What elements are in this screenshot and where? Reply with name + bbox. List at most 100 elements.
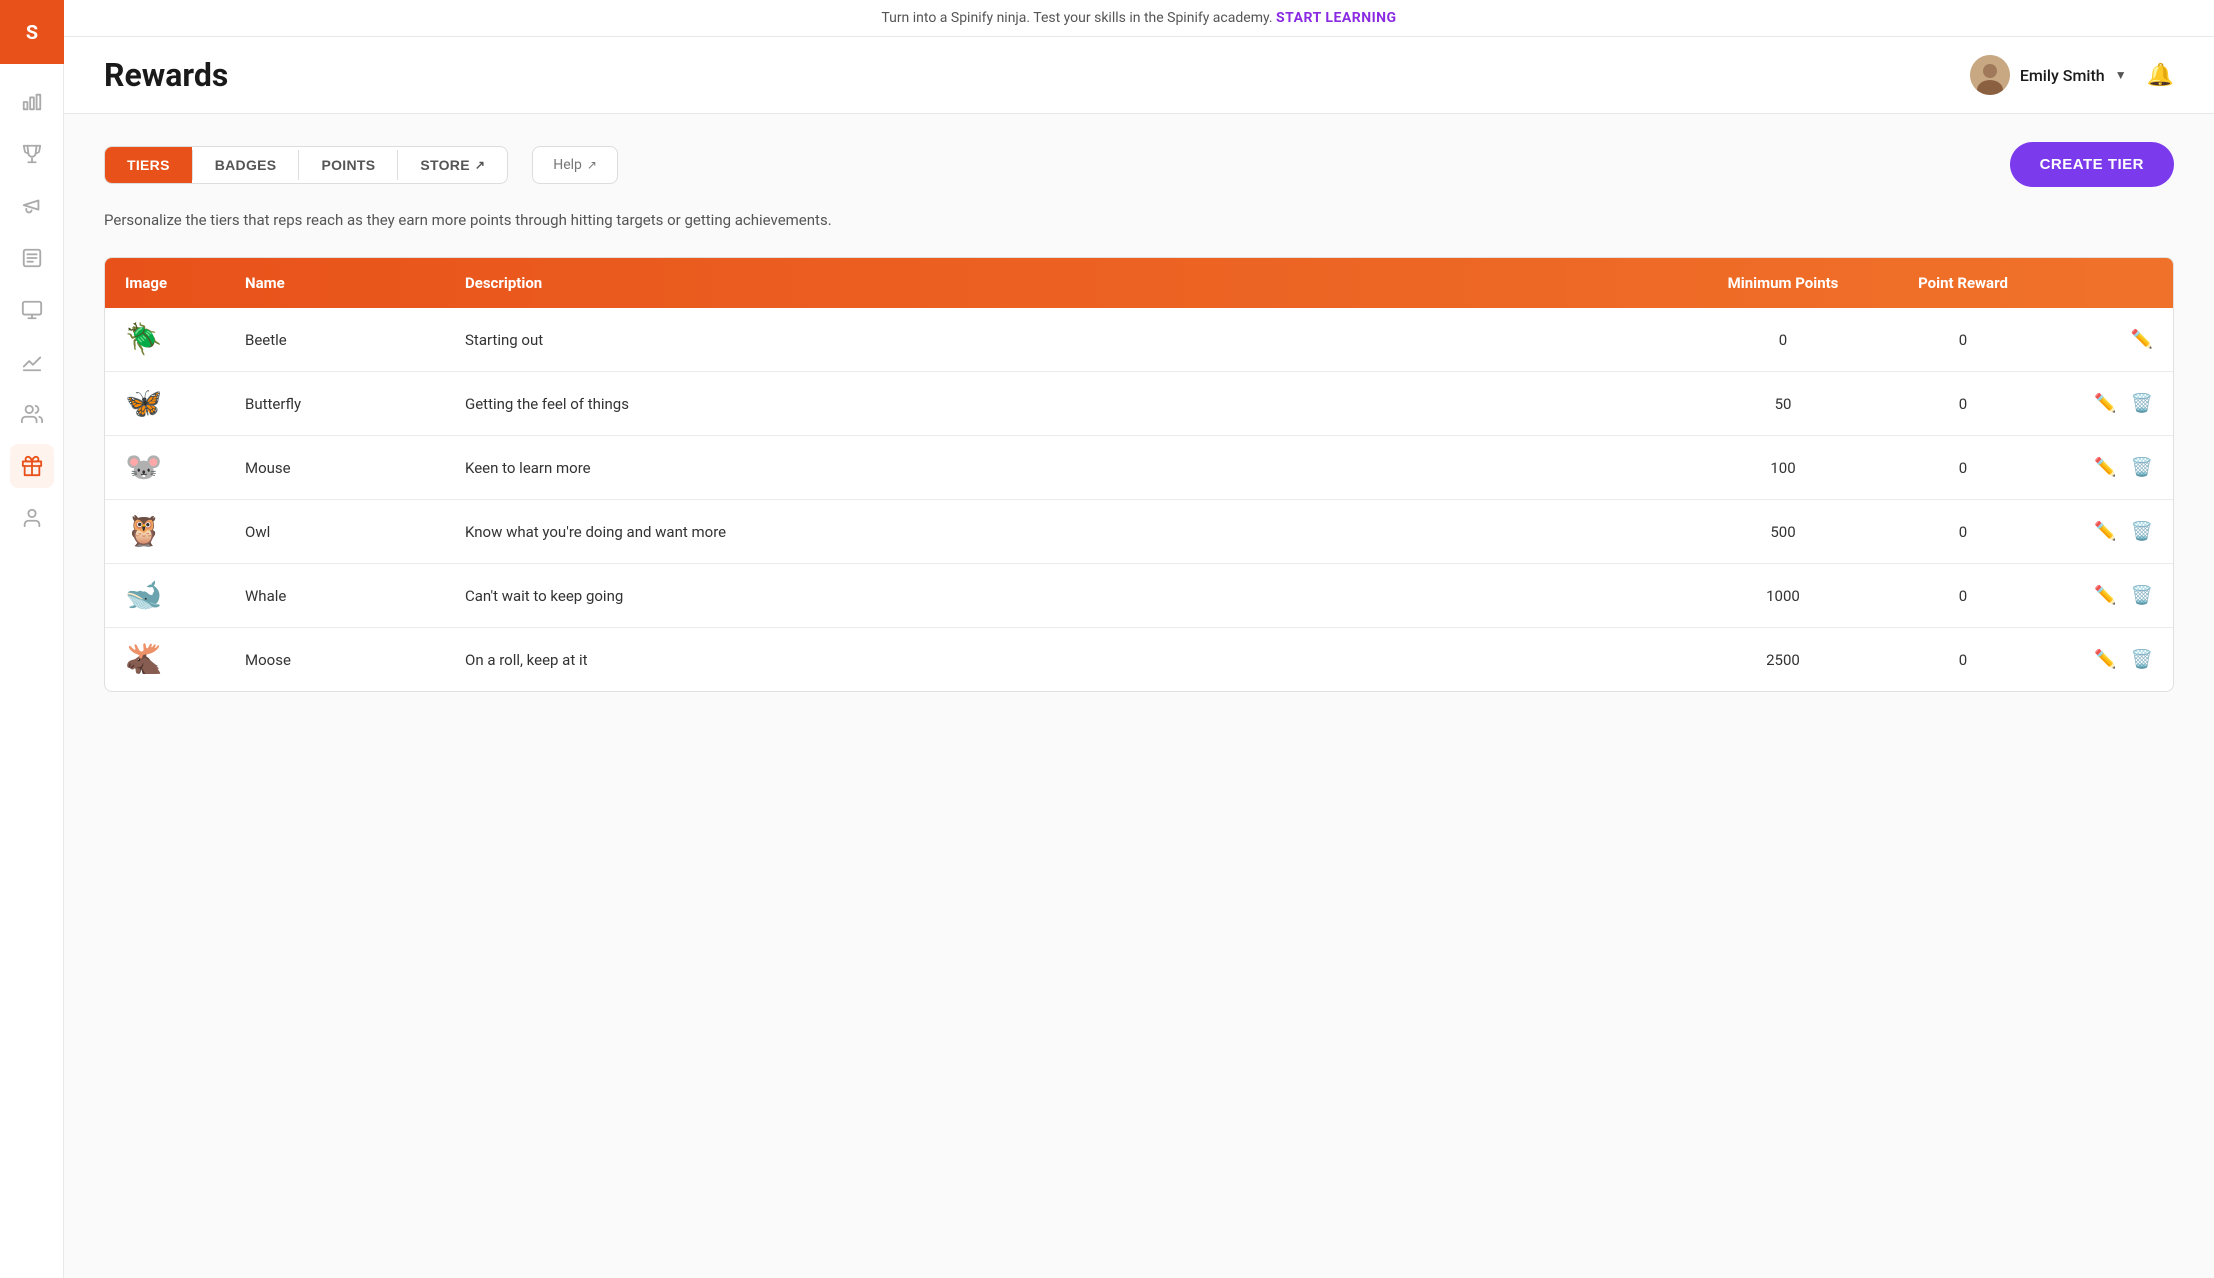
- banner-link[interactable]: START LEARNING: [1276, 10, 1397, 26]
- people-icon: [21, 403, 43, 425]
- sidebar-item-analytics[interactable]: [10, 80, 54, 124]
- tier-desc-owl: Know what you're doing and want more: [465, 523, 1693, 541]
- table-row: 🦉 Owl Know what you're doing and want mo…: [105, 500, 2173, 564]
- create-tier-button[interactable]: CREATE TIER: [2010, 142, 2174, 187]
- col-point-reward: Point Reward: [1873, 274, 2053, 292]
- tier-image-owl: 🦉: [125, 514, 245, 549]
- tabs-right: CREATE TIER: [2010, 142, 2174, 187]
- sidebar-nav: [10, 64, 54, 1278]
- delete-icon-whale[interactable]: 🗑️: [2131, 585, 2153, 606]
- tier-desc-mouse: Keen to learn more: [465, 459, 1693, 477]
- edit-icon-beetle[interactable]: ✏️: [2131, 329, 2153, 350]
- tabs-container: TIERS BADGES POINTS STORE ↗: [104, 146, 508, 184]
- tier-min-points-mouse: 100: [1693, 459, 1873, 477]
- chart-line-icon: [21, 351, 43, 373]
- tab-points[interactable]: POINTS: [299, 147, 397, 183]
- tier-name-whale: Whale: [245, 587, 465, 605]
- delete-icon-moose[interactable]: 🗑️: [2131, 649, 2153, 670]
- sidebar: S: [0, 0, 64, 1278]
- table-row: 🪲 Beetle Starting out 0 0 ✏️: [105, 308, 2173, 372]
- external-link-icon: ↗: [475, 158, 485, 172]
- tier-point-reward-owl: 0: [1873, 523, 2053, 541]
- tier-min-points-whale: 1000: [1693, 587, 1873, 605]
- tier-desc-whale: Can't wait to keep going: [465, 587, 1693, 605]
- tier-min-points-moose: 2500: [1693, 651, 1873, 669]
- tier-actions-butterfly: ✏️ 🗑️: [2053, 393, 2153, 414]
- tier-desc-moose: On a roll, keep at it: [465, 651, 1693, 669]
- edit-icon-mouse[interactable]: ✏️: [2094, 457, 2116, 478]
- tabs-row: TIERS BADGES POINTS STORE ↗ Help ↗: [104, 142, 2174, 187]
- delete-icon-owl[interactable]: 🗑️: [2131, 521, 2153, 542]
- header: Rewards Emily Smith ▼ 🔔: [64, 37, 2214, 114]
- tier-name-mouse: Mouse: [245, 459, 465, 477]
- sidebar-item-team[interactable]: [10, 392, 54, 436]
- tier-min-points-beetle: 0: [1693, 331, 1873, 349]
- page-description: Personalize the tiers that reps reach as…: [104, 211, 2174, 229]
- header-right: Emily Smith ▼ 🔔: [1970, 55, 2174, 95]
- avatar: [1970, 55, 2010, 95]
- user-profile[interactable]: Emily Smith ▼: [1970, 55, 2127, 95]
- tab-badges[interactable]: BADGES: [193, 147, 299, 183]
- sidebar-item-rewards[interactable]: [10, 444, 54, 488]
- tier-point-reward-moose: 0: [1873, 651, 2053, 669]
- help-external-icon: ↗: [587, 158, 597, 172]
- table-row: 🦋 Butterfly Getting the feel of things 5…: [105, 372, 2173, 436]
- col-min-points: Minimum Points: [1693, 274, 1873, 292]
- table-body: 🪲 Beetle Starting out 0 0 ✏️ 🦋 Butterfly…: [105, 308, 2173, 691]
- delete-icon-butterfly[interactable]: 🗑️: [2131, 393, 2153, 414]
- delete-icon-mouse[interactable]: 🗑️: [2131, 457, 2153, 478]
- tab-store[interactable]: STORE ↗: [398, 147, 507, 183]
- sidebar-item-tv[interactable]: [10, 288, 54, 332]
- tier-actions-mouse: ✏️ 🗑️: [2053, 457, 2153, 478]
- edit-icon-moose[interactable]: ✏️: [2094, 649, 2116, 670]
- tier-image-moose: 🫎: [125, 642, 245, 677]
- tier-actions-owl: ✏️ 🗑️: [2053, 521, 2153, 542]
- tier-min-points-owl: 500: [1693, 523, 1873, 541]
- tier-min-points-butterfly: 50: [1693, 395, 1873, 413]
- page-title: Rewards: [104, 56, 228, 94]
- tier-name-moose: Moose: [245, 651, 465, 669]
- edit-icon-owl[interactable]: ✏️: [2094, 521, 2116, 542]
- tier-point-reward-whale: 0: [1873, 587, 2053, 605]
- table-row: 🐋 Whale Can't wait to keep going 1000 0 …: [105, 564, 2173, 628]
- tab-tiers[interactable]: TIERS: [105, 147, 192, 183]
- tier-image-whale: 🐋: [125, 578, 245, 613]
- table-header: Image Name Description Minimum Points Po…: [105, 258, 2173, 308]
- tier-point-reward-beetle: 0: [1873, 331, 2053, 349]
- sidebar-item-users[interactable]: [10, 496, 54, 540]
- main-content: Turn into a Spinify ninja. Test your ski…: [64, 0, 2214, 1278]
- tier-image-mouse: 🐭: [125, 450, 245, 485]
- gift-icon: [21, 455, 43, 477]
- notification-bell[interactable]: 🔔: [2147, 63, 2174, 88]
- col-description: Description: [465, 274, 1693, 292]
- user-name: Emily Smith: [2020, 66, 2105, 85]
- edit-icon-whale[interactable]: ✏️: [2094, 585, 2116, 606]
- sidebar-item-performance[interactable]: [10, 340, 54, 384]
- app-logo[interactable]: S: [0, 0, 64, 64]
- tier-desc-beetle: Starting out: [465, 331, 1693, 349]
- tier-image-beetle: 🪲: [125, 322, 245, 357]
- sidebar-item-campaigns[interactable]: [10, 184, 54, 228]
- tier-table: Image Name Description Minimum Points Po…: [104, 257, 2174, 692]
- trophy-icon: [21, 143, 43, 165]
- tier-actions-beetle: ✏️: [2053, 329, 2153, 350]
- chevron-down-icon: ▼: [2115, 68, 2127, 82]
- sidebar-item-achievements[interactable]: [10, 132, 54, 176]
- table-row: 🫎 Moose On a roll, keep at it 2500 0 ✏️ …: [105, 628, 2173, 691]
- help-link[interactable]: Help ↗: [532, 146, 618, 184]
- col-actions: [2053, 274, 2153, 292]
- sidebar-item-reports[interactable]: [10, 236, 54, 280]
- tier-name-owl: Owl: [245, 523, 465, 541]
- list-icon: [21, 247, 43, 269]
- table-row: 🐭 Mouse Keen to learn more 100 0 ✏️ 🗑️: [105, 436, 2173, 500]
- banner-text: Turn into a Spinify ninja. Test your ski…: [881, 10, 1272, 26]
- page-content: TIERS BADGES POINTS STORE ↗ Help ↗: [64, 114, 2214, 1278]
- tier-name-butterfly: Butterfly: [245, 395, 465, 413]
- tier-desc-butterfly: Getting the feel of things: [465, 395, 1693, 413]
- monitor-icon: [21, 299, 43, 321]
- col-name: Name: [245, 274, 465, 292]
- svg-text:S: S: [25, 21, 37, 44]
- tier-image-butterfly: 🦋: [125, 386, 245, 421]
- tier-point-reward-mouse: 0: [1873, 459, 2053, 477]
- edit-icon-butterfly[interactable]: ✏️: [2094, 393, 2116, 414]
